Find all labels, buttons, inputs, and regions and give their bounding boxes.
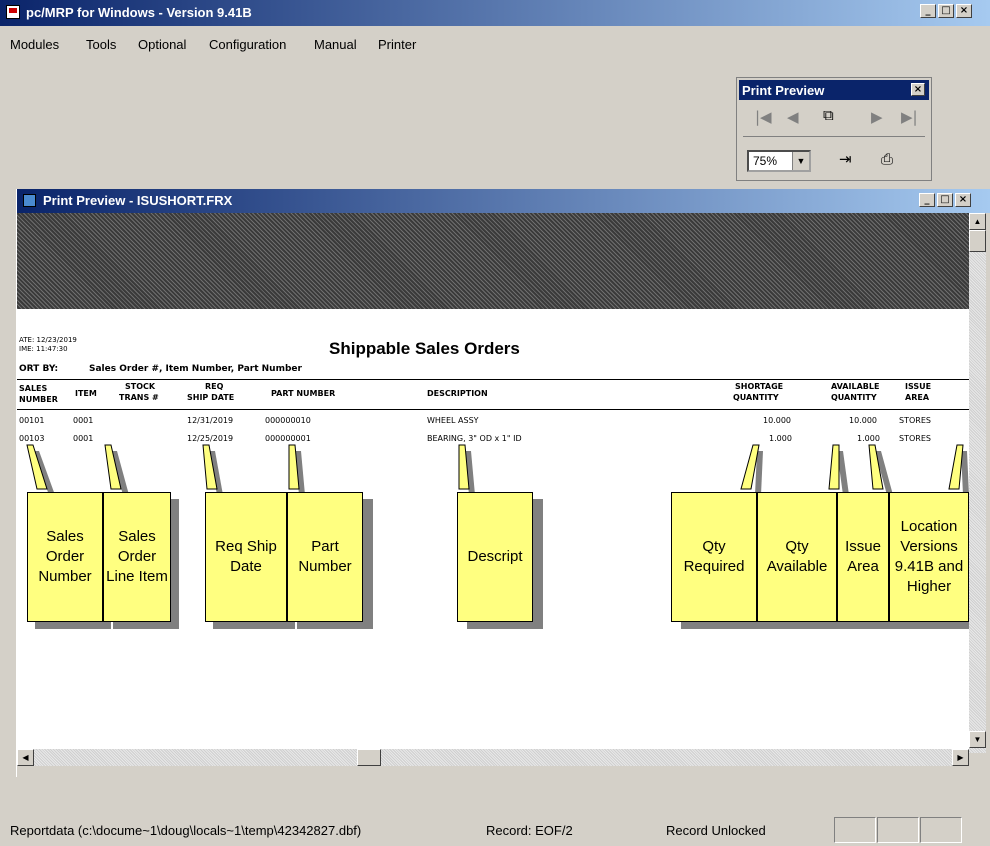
maximize-button[interactable]: □: [938, 4, 954, 18]
callout-qty-required: Qty Required: [671, 492, 757, 622]
toolbar-title-bar: Print Preview ×: [739, 80, 929, 100]
multi-page-icon[interactable]: ⧉: [823, 106, 834, 124]
preview-title-bar: Print Preview - ISUSHORT.FRX _ □ ×: [17, 189, 990, 213]
preview-minimize-button[interactable]: _: [919, 193, 935, 207]
status-bar: Reportdata (c:\docume~1\doug\locals~1\te…: [0, 813, 990, 846]
close-preview-icon[interactable]: ⇥: [839, 150, 852, 168]
callout-sales-order-number: Sales Order Number: [27, 492, 103, 622]
status-panel: [920, 817, 962, 843]
callout-issue-area: Issue Area: [837, 492, 889, 622]
callout-part-number: Part Number: [287, 492, 363, 622]
status-lock: Record Unlocked: [666, 823, 766, 838]
vertical-scroll-thumb[interactable]: [969, 230, 986, 252]
toolbar-title: Print Preview: [742, 83, 825, 98]
menu-manual[interactable]: Manual: [314, 37, 357, 52]
menu-modules[interactable]: Modules: [10, 37, 59, 52]
scroll-down-icon[interactable]: ▼: [969, 731, 986, 748]
horizontal-scroll-thumb[interactable]: [357, 749, 381, 766]
scroll-right-icon[interactable]: ▶: [952, 749, 969, 766]
status-panel: [834, 817, 876, 843]
window-controls: _ □ ×: [920, 4, 972, 18]
app-title: pc/MRP for Windows - Version 9.41B: [26, 5, 252, 20]
chevron-down-icon[interactable]: ▼: [792, 152, 809, 170]
callout-line-item: Sales Order Line Item: [103, 492, 171, 622]
preview-maximize-button[interactable]: □: [937, 193, 953, 207]
report-page: ATE: 12/23/2019 IME: 11:47:30 Shippable …: [17, 309, 969, 749]
horizontal-scrollbar[interactable]: ◀ ▶: [17, 749, 969, 766]
scroll-up-icon[interactable]: ▲: [969, 213, 986, 230]
print-icon[interactable]: ⎙: [881, 150, 893, 168]
preview-close-button[interactable]: ×: [955, 193, 971, 207]
menu-tools[interactable]: Tools: [86, 37, 116, 52]
page-background: [17, 213, 969, 309]
menu-printer[interactable]: Printer: [378, 37, 416, 52]
toolbar-divider: [743, 136, 925, 137]
toolbar-close-button[interactable]: ×: [911, 83, 925, 96]
print-preview-toolbar: Print Preview × |◀ ◀ ⧉ ▶ ▶| 75% ▼ ⇥ ⎙: [736, 77, 932, 181]
callout-descript: Descript: [457, 492, 533, 622]
scroll-left-icon[interactable]: ◀: [17, 749, 34, 766]
status-record: Record: EOF/2: [486, 823, 573, 838]
minimize-button[interactable]: _: [920, 4, 936, 18]
menu-configuration[interactable]: Configuration: [209, 37, 286, 52]
menu-bar: Modules Tools Optional Configuration Man…: [0, 37, 990, 57]
menu-optional[interactable]: Optional: [138, 37, 186, 52]
previous-page-icon[interactable]: ◀: [787, 108, 799, 126]
app-title-bar: pc/MRP for Windows - Version 9.41B _ □ ×: [0, 0, 990, 26]
status-reportdata: Reportdata (c:\docume~1\doug\locals~1\te…: [10, 823, 362, 838]
callout-location: Location Versions 9.41B and Higher: [889, 492, 969, 622]
close-button[interactable]: ×: [956, 4, 972, 18]
preview-window-controls: _ □ ×: [919, 193, 971, 207]
app-icon: [6, 5, 20, 19]
zoom-select[interactable]: 75% ▼: [747, 150, 811, 172]
callout-req-ship-date: Req Ship Date: [205, 492, 287, 622]
preview-title: Print Preview - ISUSHORT.FRX: [43, 193, 233, 208]
last-page-icon[interactable]: ▶|: [901, 108, 918, 126]
callout-qty-available: Qty Available: [757, 492, 837, 622]
next-page-icon[interactable]: ▶: [871, 108, 883, 126]
status-panel: [877, 817, 919, 843]
zoom-value: 75%: [753, 154, 778, 168]
vertical-scrollbar[interactable]: ▲ ▼: [969, 213, 986, 753]
print-preview-window: Print Preview - ISUSHORT.FRX _ □ × ATE: …: [16, 189, 990, 777]
preview-window-icon: [23, 194, 36, 207]
first-page-icon[interactable]: |◀: [755, 108, 772, 126]
